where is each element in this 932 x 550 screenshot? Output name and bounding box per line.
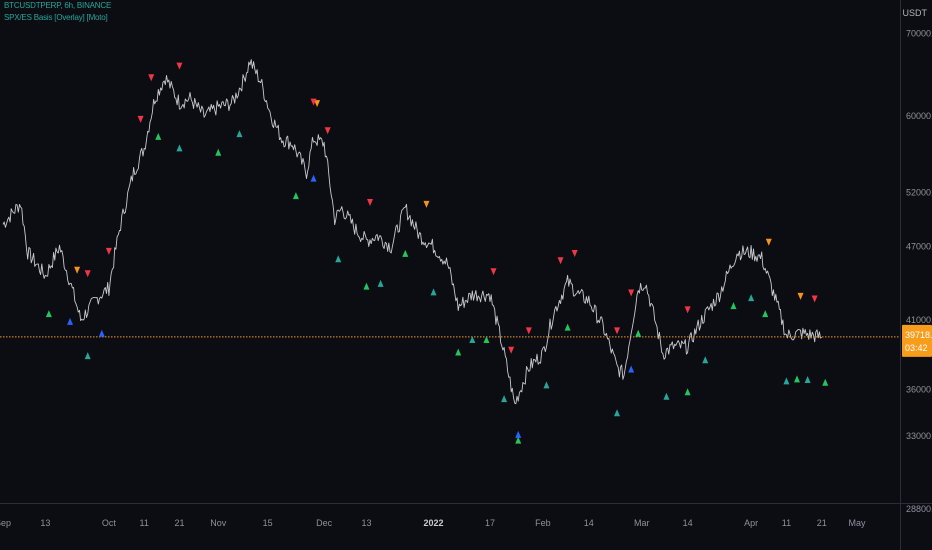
time-tick-label: 14: [584, 518, 594, 528]
time-tick-label: 2022: [424, 518, 444, 528]
time-tick-label: 15: [263, 518, 273, 528]
time-tick-label: 21: [174, 518, 184, 528]
time-tick-label: Nov: [210, 518, 227, 528]
price-tick-label: 52000.0: [906, 188, 932, 198]
countdown-value: 03:42: [905, 343, 928, 353]
chart-area[interactable]: 70000.0 60000.0 52000.0 47000.0 41000.0 36000…: [0, 0, 932, 550]
time-tick-label: Sep: [0, 518, 11, 528]
time-tick-label: 13: [40, 518, 50, 528]
time-tick-label: Oct: [102, 518, 117, 528]
price-tick-label: 33000.0: [906, 431, 932, 441]
current-price-value: 39718.3: [905, 330, 932, 340]
price-tick-label: 60000.0: [906, 111, 932, 121]
price-tick-label: 28800.0: [906, 504, 932, 514]
price-tick-label: 70000.0: [906, 28, 932, 38]
time-tick-label: 11: [139, 518, 148, 528]
time-tick-label: 17: [485, 518, 495, 528]
indicator-legend[interactable]: SPX/ES Basis [Overlay] [Moto]: [4, 13, 108, 22]
symbol-legend[interactable]: BTCUSDTPERP, 6h, BINANCE: [4, 1, 111, 10]
price-tick-label: 41000.0: [906, 315, 932, 325]
time-tick-label: Feb: [535, 518, 551, 528]
price-tick-label: 47000.0: [906, 242, 932, 252]
time-tick-label: Dec: [316, 518, 333, 528]
time-tick-label: 14: [683, 518, 693, 528]
price-tick-label: 36000.0: [906, 384, 932, 394]
time-tick-label: 21: [817, 518, 827, 528]
time-tick-label: 11: [782, 518, 791, 528]
time-tick-label: Mar: [634, 518, 650, 528]
price-chart[interactable]: 70000.0 60000.0 52000.0 47000.0 41000.0 36000…: [0, 0, 932, 550]
time-tick-label: May: [848, 518, 866, 528]
time-tick-label: 13: [361, 518, 371, 528]
chart-background: [0, 0, 932, 550]
time-tick-label: Apr: [744, 518, 758, 528]
currency-label[interactable]: USDT: [903, 8, 928, 18]
